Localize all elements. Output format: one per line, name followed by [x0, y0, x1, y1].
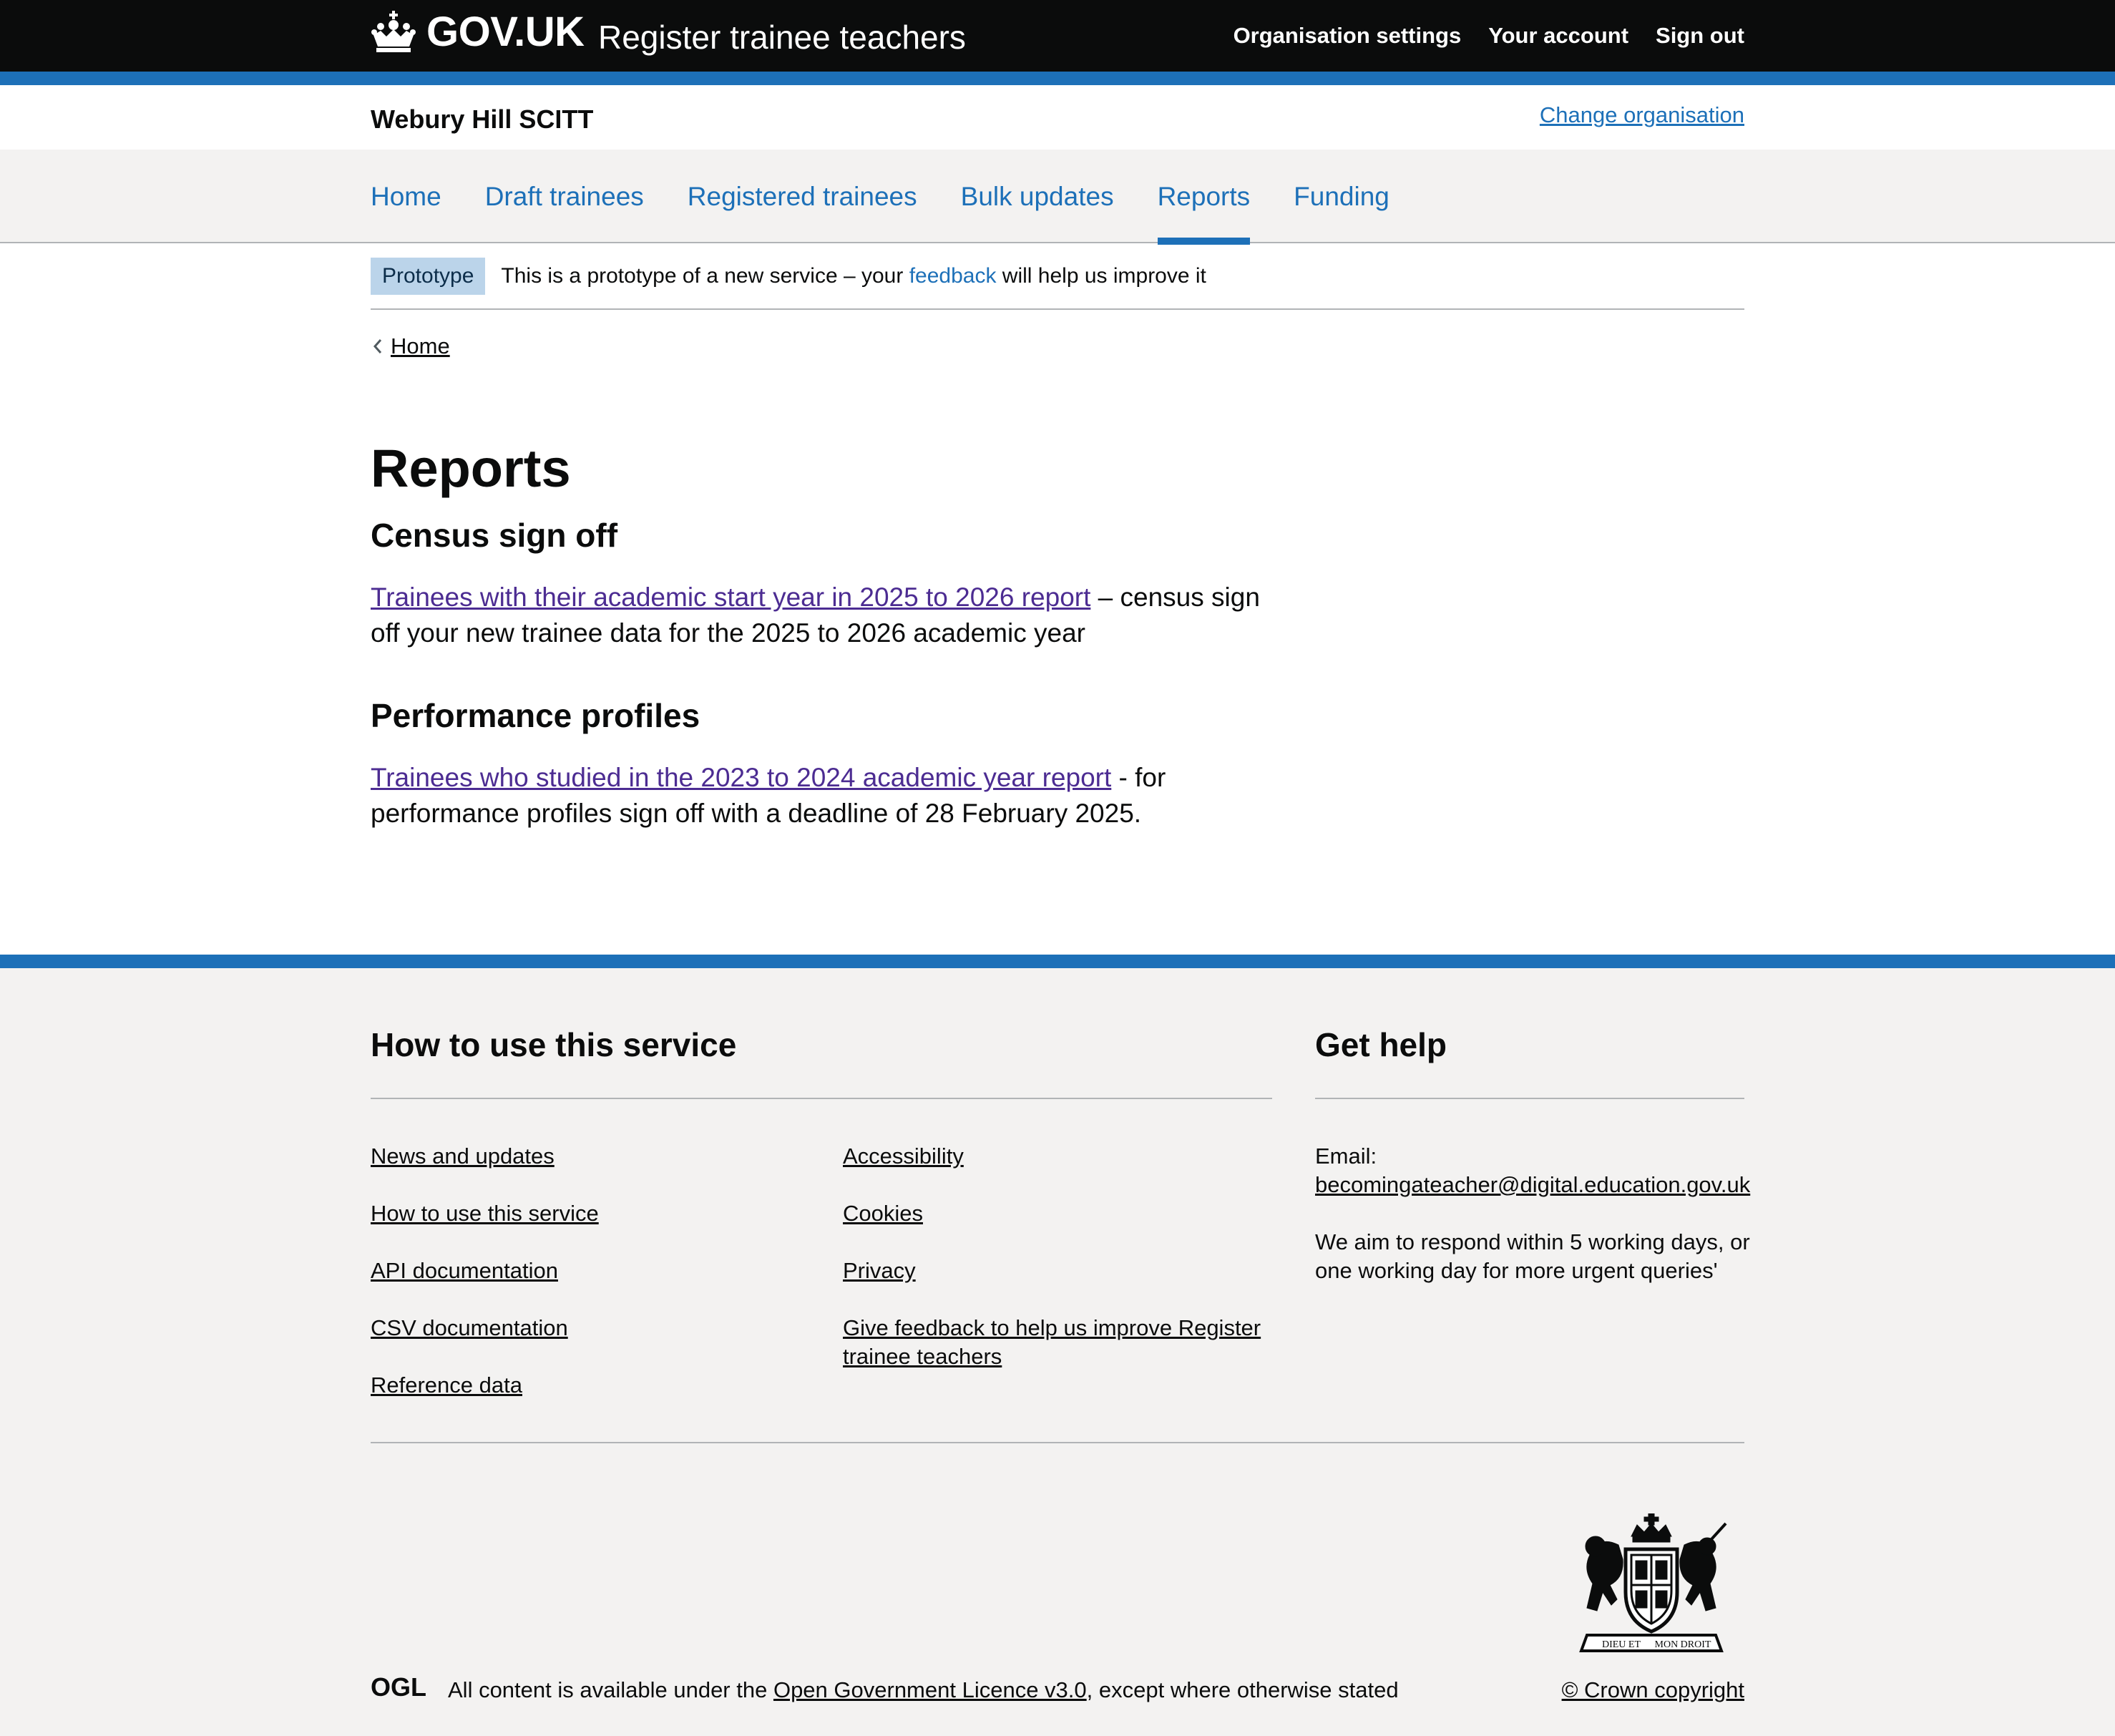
- licence-text: All content is available under the Open …: [448, 1676, 1399, 1705]
- footer-link-privacy[interactable]: Privacy: [843, 1257, 916, 1285]
- crest-motto-right: MON DROIT: [1655, 1639, 1711, 1650]
- footer-meta-divider: [371, 1442, 1744, 1443]
- nav-item-label[interactable]: Bulk updates: [961, 150, 1114, 243]
- govuk-logo-link[interactable]: GOV.UK: [371, 8, 585, 55]
- main-content: Reports Census sign off Trainees with th…: [371, 429, 1272, 832]
- header-navigation: Organisation settings Your account Sign …: [1234, 19, 1744, 53]
- nav-item-home[interactable]: Home: [371, 150, 441, 243]
- footer-link-news[interactable]: News and updates: [371, 1142, 555, 1171]
- ogl-logo-text: OGL: [371, 1674, 426, 1699]
- govuk-logo-text: GOV.UK: [426, 8, 585, 55]
- crest-motto-left: DIEU ET: [1602, 1639, 1641, 1650]
- header-blue-bar: [0, 72, 2115, 85]
- back-link-home[interactable]: Home: [391, 329, 450, 364]
- nav-item-label[interactable]: Reports: [1158, 150, 1251, 243]
- crown-icon: [371, 11, 416, 52]
- organisation-bar: Webury Hill SCITT Change organisation: [0, 85, 2115, 150]
- footer-link-give-feedback[interactable]: Give feedback to help us improve Registe…: [843, 1314, 1272, 1371]
- phase-tag: Prototype: [371, 257, 486, 295]
- licence-text-after: , except where otherwise stated: [1086, 1677, 1399, 1702]
- performance-paragraph: Trainees who studied in the 2023 to 2024…: [371, 760, 1272, 832]
- phase-banner: Prototype This is a prototype of a new s…: [371, 243, 1744, 310]
- footer-link-reference-data[interactable]: Reference data: [371, 1371, 522, 1400]
- census-heading: Census sign off: [371, 517, 618, 554]
- nav-item-label[interactable]: Draft trainees: [485, 150, 644, 243]
- phase-text-before: This is a prototype of a new service – y…: [501, 263, 909, 288]
- footer-get-help-heading: Get help: [1315, 1026, 1447, 1063]
- footer-link-csv-docs[interactable]: CSV documentation: [371, 1314, 568, 1342]
- nav-item-registered-trainees[interactable]: Registered trainees: [688, 150, 917, 243]
- nav-item-funding[interactable]: Funding: [1294, 150, 1389, 243]
- page-title: Reports: [371, 439, 571, 498]
- change-organisation-link[interactable]: Change organisation: [1540, 99, 1744, 131]
- organisation-settings-link[interactable]: Organisation settings: [1234, 19, 1462, 53]
- organisation-name: Webury Hill SCITT: [371, 104, 594, 134]
- ogl-logo: OGL: [371, 1674, 426, 1699]
- footer-response-text: We aim to respond within 5 working days,…: [1315, 1229, 1750, 1283]
- nav-item-draft-trainees[interactable]: Draft trainees: [485, 150, 644, 243]
- performance-report-link[interactable]: Trainees who studied in the 2023 to 2024…: [371, 763, 1111, 792]
- back-link[interactable]: Home: [371, 329, 450, 364]
- footer-how-to-heading: How to use this service: [371, 1026, 737, 1063]
- census-paragraph: Trainees with their academic start year …: [371, 580, 1272, 651]
- your-account-link[interactable]: Your account: [1488, 19, 1628, 53]
- footer-divider: [371, 1098, 1272, 1099]
- govuk-header: GOV.UK Register trainee teachers Organis…: [0, 0, 2115, 72]
- nav-item-label[interactable]: Funding: [1294, 150, 1389, 243]
- footer-link-api-docs[interactable]: API documentation: [371, 1257, 558, 1285]
- chevron-left-icon: [373, 339, 382, 353]
- footer-help-divider: [1315, 1098, 1744, 1099]
- phase-text-after: will help us improve it: [996, 263, 1206, 288]
- footer-link-cookies[interactable]: Cookies: [843, 1199, 923, 1228]
- footer-email-label: Email:: [1315, 1143, 1377, 1169]
- sign-out-link[interactable]: Sign out: [1656, 19, 1744, 53]
- footer-link-how-to-use[interactable]: How to use this service: [371, 1199, 599, 1228]
- census-report-link[interactable]: Trainees with their academic start year …: [371, 582, 1090, 612]
- phase-banner-text: This is a prototype of a new service – y…: [501, 262, 1206, 291]
- open-government-licence-link[interactable]: Open Government Licence v3.0: [773, 1677, 1087, 1702]
- licence-text-before: All content is available under the: [448, 1677, 773, 1702]
- primary-navigation: Home Draft trainees Registered trainees …: [0, 150, 2115, 245]
- nav-item-label[interactable]: Home: [371, 150, 441, 243]
- performance-profiles-heading: Performance profiles: [371, 697, 700, 734]
- royal-coat-of-arms: DIEU ET MON DROIT: [1579, 1513, 1727, 1652]
- nav-item-reports[interactable]: Reports: [1157, 150, 1251, 245]
- feedback-link[interactable]: feedback: [909, 264, 997, 288]
- crown-copyright-link[interactable]: © Crown copyright: [1562, 1676, 1744, 1705]
- nav-item-label[interactable]: Registered trainees: [688, 150, 917, 243]
- footer-link-accessibility[interactable]: Accessibility: [843, 1142, 964, 1171]
- footer-email-link[interactable]: becomingateacher@digital.education.gov.u…: [1315, 1171, 1750, 1199]
- service-name[interactable]: Register trainee teachers: [598, 16, 966, 59]
- nav-item-bulk-updates[interactable]: Bulk updates: [961, 150, 1114, 243]
